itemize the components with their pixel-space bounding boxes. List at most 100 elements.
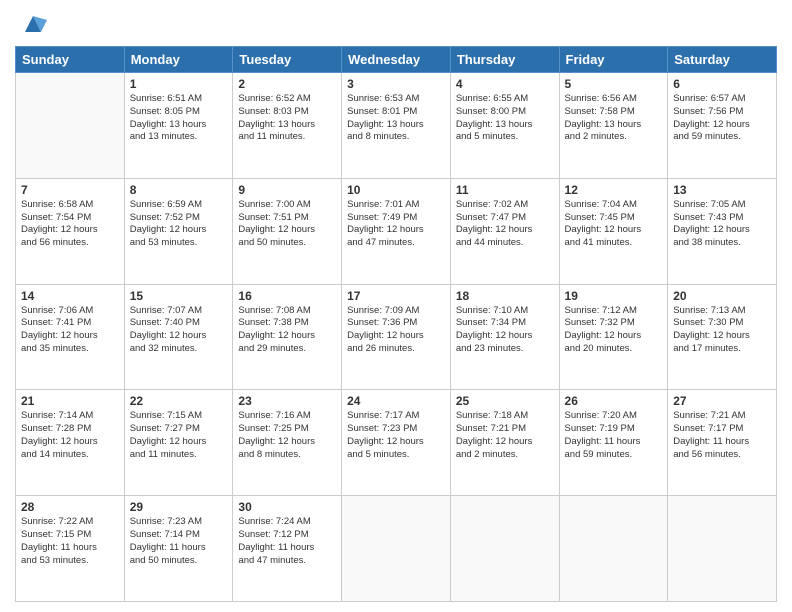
day-number: 10 bbox=[347, 183, 445, 197]
calendar-week-row: 28 Sunrise: 7:22 AM Sunset: 7:15 PM Dayli… bbox=[16, 496, 777, 602]
col-sunday: Sunday bbox=[16, 47, 125, 73]
day-number: 28 bbox=[21, 500, 119, 514]
table-row: 13 Sunrise: 7:05 AM Sunset: 7:43 PM Dayli… bbox=[668, 178, 777, 284]
day-number: 26 bbox=[565, 394, 663, 408]
table-row: 25 Sunrise: 7:18 AM Sunset: 7:21 PM Dayli… bbox=[450, 390, 559, 496]
page: Sunday Monday Tuesday Wednesday Thursday… bbox=[0, 0, 792, 612]
day-info: Sunrise: 7:14 AM Sunset: 7:28 PM Dayligh… bbox=[21, 410, 119, 461]
table-row: 26 Sunrise: 7:20 AM Sunset: 7:19 PM Dayli… bbox=[559, 390, 668, 496]
table-row: 4 Sunrise: 6:55 AM Sunset: 8:00 PM Daylig… bbox=[450, 73, 559, 179]
day-info: Sunrise: 7:05 AM Sunset: 7:43 PM Dayligh… bbox=[673, 199, 771, 250]
table-row: 22 Sunrise: 7:15 AM Sunset: 7:27 PM Dayli… bbox=[124, 390, 233, 496]
table-row: 17 Sunrise: 7:09 AM Sunset: 7:36 PM Dayli… bbox=[342, 284, 451, 390]
col-saturday: Saturday bbox=[668, 47, 777, 73]
day-info: Sunrise: 7:01 AM Sunset: 7:49 PM Dayligh… bbox=[347, 199, 445, 250]
table-row: 23 Sunrise: 7:16 AM Sunset: 7:25 PM Dayli… bbox=[233, 390, 342, 496]
table-row: 18 Sunrise: 7:10 AM Sunset: 7:34 PM Dayli… bbox=[450, 284, 559, 390]
day-info: Sunrise: 7:17 AM Sunset: 7:23 PM Dayligh… bbox=[347, 410, 445, 461]
table-row: 10 Sunrise: 7:01 AM Sunset: 7:49 PM Dayli… bbox=[342, 178, 451, 284]
day-info: Sunrise: 7:22 AM Sunset: 7:15 PM Dayligh… bbox=[21, 516, 119, 567]
table-row: 2 Sunrise: 6:52 AM Sunset: 8:03 PM Daylig… bbox=[233, 73, 342, 179]
col-monday: Monday bbox=[124, 47, 233, 73]
day-info: Sunrise: 7:12 AM Sunset: 7:32 PM Dayligh… bbox=[565, 305, 663, 356]
day-info: Sunrise: 7:18 AM Sunset: 7:21 PM Dayligh… bbox=[456, 410, 554, 461]
calendar-header-row: Sunday Monday Tuesday Wednesday Thursday… bbox=[16, 47, 777, 73]
day-number: 2 bbox=[238, 77, 336, 91]
day-number: 15 bbox=[130, 289, 228, 303]
calendar-week-row: 21 Sunrise: 7:14 AM Sunset: 7:28 PM Dayli… bbox=[16, 390, 777, 496]
col-friday: Friday bbox=[559, 47, 668, 73]
table-row bbox=[668, 496, 777, 602]
day-info: Sunrise: 7:10 AM Sunset: 7:34 PM Dayligh… bbox=[456, 305, 554, 356]
day-info: Sunrise: 7:23 AM Sunset: 7:14 PM Dayligh… bbox=[130, 516, 228, 567]
table-row: 16 Sunrise: 7:08 AM Sunset: 7:38 PM Dayli… bbox=[233, 284, 342, 390]
day-number: 4 bbox=[456, 77, 554, 91]
calendar-week-row: 1 Sunrise: 6:51 AM Sunset: 8:05 PM Daylig… bbox=[16, 73, 777, 179]
table-row: 5 Sunrise: 6:56 AM Sunset: 7:58 PM Daylig… bbox=[559, 73, 668, 179]
day-number: 5 bbox=[565, 77, 663, 91]
table-row: 20Sunrise: 7:13 AM Sunset: 7:30 PM Dayli… bbox=[668, 284, 777, 390]
day-info: Sunrise: 7:15 AM Sunset: 7:27 PM Dayligh… bbox=[130, 410, 228, 461]
table-row bbox=[342, 496, 451, 602]
day-info: Sunrise: 6:51 AM Sunset: 8:05 PM Dayligh… bbox=[130, 93, 228, 144]
table-row: 8Sunrise: 6:59 AM Sunset: 7:52 PM Daylig… bbox=[124, 178, 233, 284]
logo-icon bbox=[19, 10, 47, 38]
day-number: 9 bbox=[238, 183, 336, 197]
day-info: Sunrise: 6:57 AM Sunset: 7:56 PM Dayligh… bbox=[673, 93, 771, 144]
table-row: 12Sunrise: 7:04 AM Sunset: 7:45 PM Dayli… bbox=[559, 178, 668, 284]
day-number: 22 bbox=[130, 394, 228, 408]
day-number: 29 bbox=[130, 500, 228, 514]
table-row: 30Sunrise: 7:24 AM Sunset: 7:12 PM Dayli… bbox=[233, 496, 342, 602]
calendar-week-row: 7Sunrise: 6:58 AM Sunset: 7:54 PM Daylig… bbox=[16, 178, 777, 284]
day-number: 21 bbox=[21, 394, 119, 408]
day-number: 1 bbox=[130, 77, 228, 91]
header bbox=[15, 10, 777, 38]
day-info: Sunrise: 6:55 AM Sunset: 8:00 PM Dayligh… bbox=[456, 93, 554, 144]
day-number: 17 bbox=[347, 289, 445, 303]
day-number: 25 bbox=[456, 394, 554, 408]
table-row: 24Sunrise: 7:17 AM Sunset: 7:23 PM Dayli… bbox=[342, 390, 451, 496]
day-info: Sunrise: 6:56 AM Sunset: 7:58 PM Dayligh… bbox=[565, 93, 663, 144]
table-row: 28 Sunrise: 7:22 AM Sunset: 7:15 PM Dayli… bbox=[16, 496, 125, 602]
table-row bbox=[450, 496, 559, 602]
day-number: 11 bbox=[456, 183, 554, 197]
day-info: Sunrise: 6:59 AM Sunset: 7:52 PM Dayligh… bbox=[130, 199, 228, 250]
table-row: 6Sunrise: 6:57 AM Sunset: 7:56 PM Daylig… bbox=[668, 73, 777, 179]
table-row: 7Sunrise: 6:58 AM Sunset: 7:54 PM Daylig… bbox=[16, 178, 125, 284]
col-wednesday: Wednesday bbox=[342, 47, 451, 73]
table-row: 27 Sunrise: 7:21 AM Sunset: 7:17 PM Dayli… bbox=[668, 390, 777, 496]
day-number: 13 bbox=[673, 183, 771, 197]
day-info: Sunrise: 7:06 AM Sunset: 7:41 PM Dayligh… bbox=[21, 305, 119, 356]
day-number: 7 bbox=[21, 183, 119, 197]
table-row bbox=[16, 73, 125, 179]
day-info: Sunrise: 7:02 AM Sunset: 7:47 PM Dayligh… bbox=[456, 199, 554, 250]
table-row: 19Sunrise: 7:12 AM Sunset: 7:32 PM Dayli… bbox=[559, 284, 668, 390]
day-number: 14 bbox=[21, 289, 119, 303]
day-info: Sunrise: 6:52 AM Sunset: 8:03 PM Dayligh… bbox=[238, 93, 336, 144]
calendar-table: Sunday Monday Tuesday Wednesday Thursday… bbox=[15, 46, 777, 602]
table-row: 1 Sunrise: 6:51 AM Sunset: 8:05 PM Daylig… bbox=[124, 73, 233, 179]
day-info: Sunrise: 7:21 AM Sunset: 7:17 PM Dayligh… bbox=[673, 410, 771, 461]
day-number: 16 bbox=[238, 289, 336, 303]
day-info: Sunrise: 6:53 AM Sunset: 8:01 PM Dayligh… bbox=[347, 93, 445, 144]
day-number: 3 bbox=[347, 77, 445, 91]
day-info: Sunrise: 7:08 AM Sunset: 7:38 PM Dayligh… bbox=[238, 305, 336, 356]
day-info: Sunrise: 7:20 AM Sunset: 7:19 PM Dayligh… bbox=[565, 410, 663, 461]
day-number: 23 bbox=[238, 394, 336, 408]
day-info: Sunrise: 7:07 AM Sunset: 7:40 PM Dayligh… bbox=[130, 305, 228, 356]
day-number: 18 bbox=[456, 289, 554, 303]
day-info: Sunrise: 7:00 AM Sunset: 7:51 PM Dayligh… bbox=[238, 199, 336, 250]
day-info: Sunrise: 7:24 AM Sunset: 7:12 PM Dayligh… bbox=[238, 516, 336, 567]
table-row: 29 Sunrise: 7:23 AM Sunset: 7:14 PM Dayli… bbox=[124, 496, 233, 602]
col-thursday: Thursday bbox=[450, 47, 559, 73]
day-info: Sunrise: 7:16 AM Sunset: 7:25 PM Dayligh… bbox=[238, 410, 336, 461]
day-number: 20 bbox=[673, 289, 771, 303]
col-tuesday: Tuesday bbox=[233, 47, 342, 73]
day-info: Sunrise: 7:09 AM Sunset: 7:36 PM Dayligh… bbox=[347, 305, 445, 356]
table-row: 21 Sunrise: 7:14 AM Sunset: 7:28 PM Dayli… bbox=[16, 390, 125, 496]
table-row: 3 Sunrise: 6:53 AM Sunset: 8:01 PM Daylig… bbox=[342, 73, 451, 179]
day-number: 12 bbox=[565, 183, 663, 197]
table-row: 11 Sunrise: 7:02 AM Sunset: 7:47 PM Dayli… bbox=[450, 178, 559, 284]
day-number: 27 bbox=[673, 394, 771, 408]
table-row: 14 Sunrise: 7:06 AM Sunset: 7:41 PM Dayli… bbox=[16, 284, 125, 390]
